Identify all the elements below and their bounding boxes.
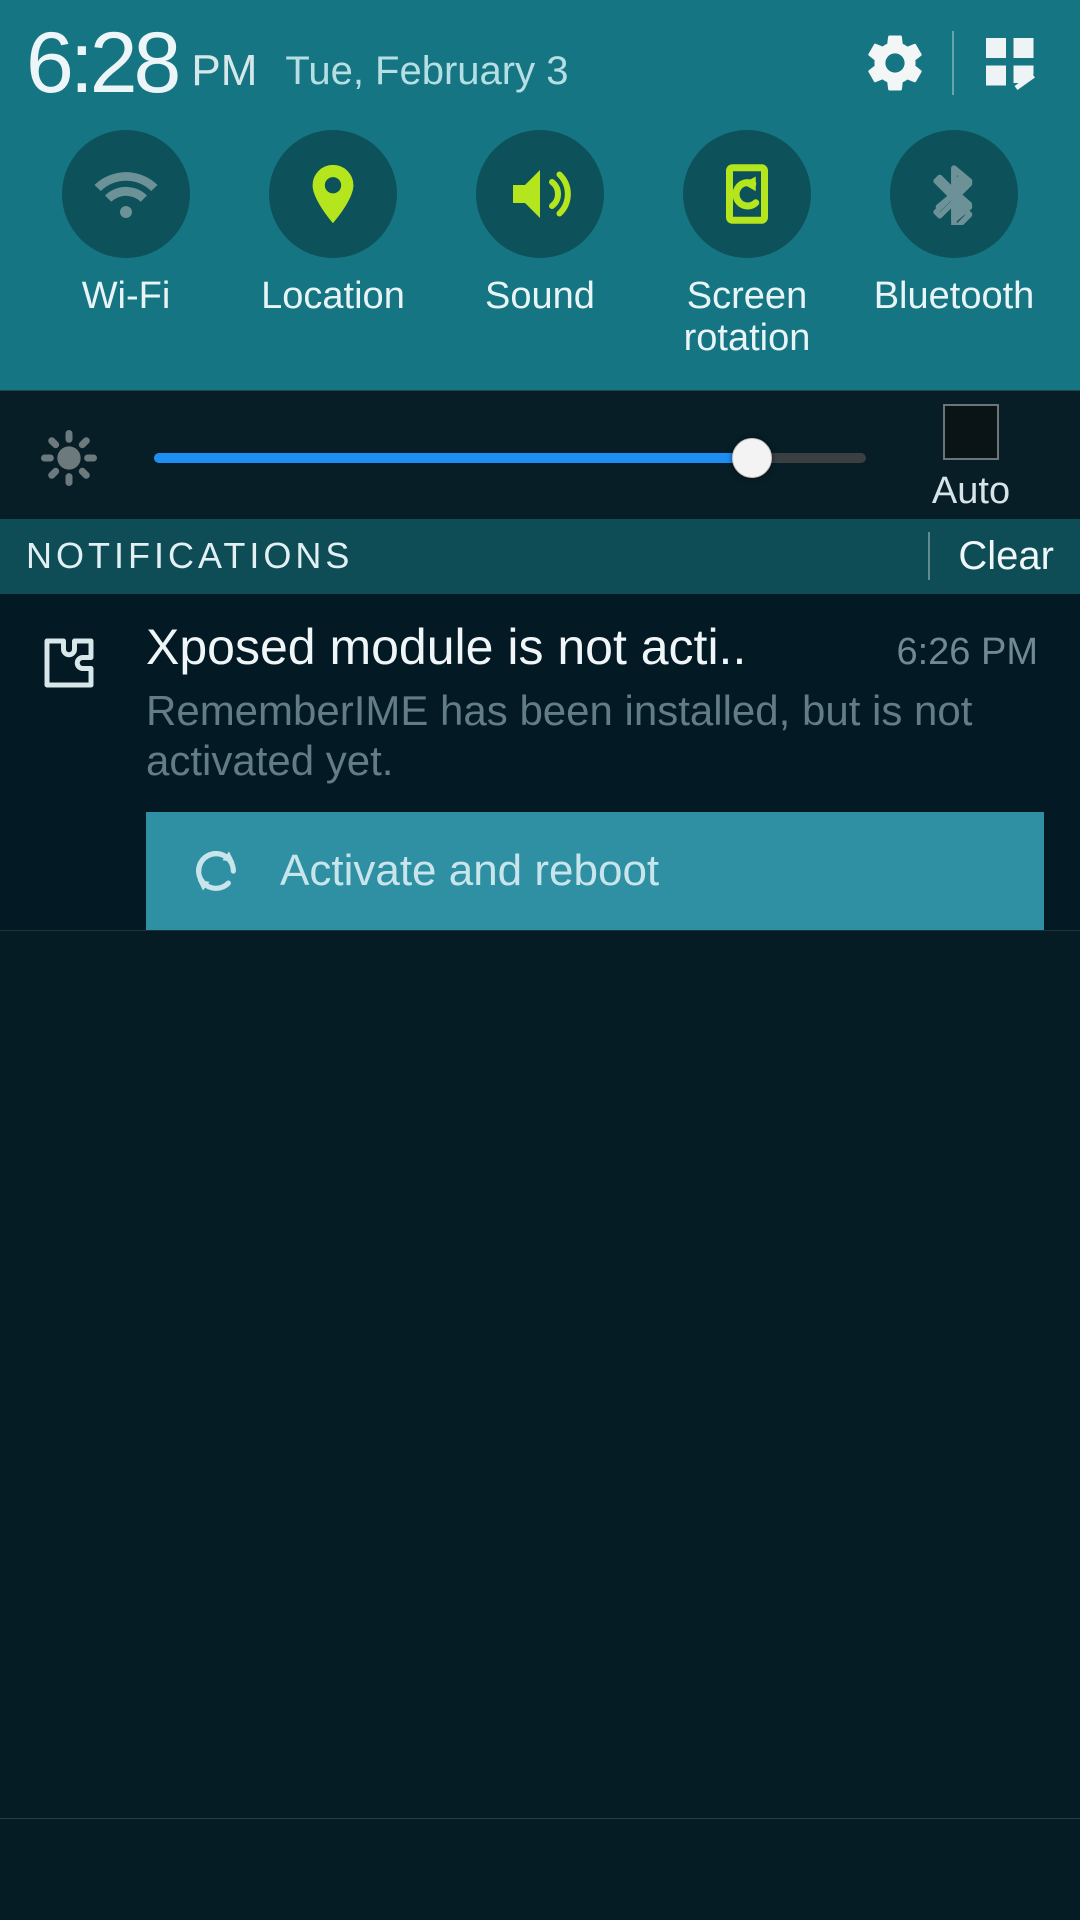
notification-title: Xposed module is not acti.. xyxy=(146,618,876,676)
clock-time: 6:28 xyxy=(26,14,177,113)
sound-icon xyxy=(504,158,576,230)
toggle-screen-rotation[interactable]: Screen rotation xyxy=(647,130,847,360)
toggle-bluetooth-label: Bluetooth xyxy=(874,276,1035,318)
grid-edit-icon xyxy=(981,33,1041,93)
auto-brightness-label: Auto xyxy=(932,470,1010,513)
status-row: 6:28 PM Tue, February 3 xyxy=(26,18,1054,108)
brightness-icon xyxy=(24,430,114,486)
quick-settings-panel: 6:28 PM Tue, February 3 xyxy=(0,0,1080,390)
auto-brightness-toggle[interactable]: Auto xyxy=(906,404,1036,513)
notification-card[interactable]: Xposed module is not acti.. 6:26 PM Reme… xyxy=(0,594,1080,932)
bluetooth-icon xyxy=(923,163,985,225)
brightness-slider[interactable] xyxy=(154,453,866,463)
toggle-sound-label: Sound xyxy=(485,276,595,318)
clear-notifications-button[interactable]: Clear xyxy=(958,534,1054,579)
toggle-location-label: Location xyxy=(261,276,405,318)
notifications-header: NOTIFICATIONS Clear xyxy=(0,518,1080,594)
divider xyxy=(928,532,930,580)
empty-area xyxy=(0,931,1080,1818)
toggle-rotation-label: Screen rotation xyxy=(684,276,811,360)
toggle-wifi[interactable]: Wi-Fi xyxy=(26,130,226,360)
toggle-bluetooth[interactable]: Bluetooth xyxy=(854,130,1054,360)
clock-date: Tue, February 3 xyxy=(285,49,568,94)
wifi-icon xyxy=(90,158,162,230)
location-pin-icon xyxy=(298,159,368,229)
notification-body: RememberIME has been installed, but is n… xyxy=(146,686,1038,787)
refresh-icon xyxy=(176,845,256,897)
clock-ampm: PM xyxy=(191,46,257,96)
notifications-label: NOTIFICATIONS xyxy=(26,535,353,577)
notification-action-label: Activate and reboot xyxy=(280,846,659,896)
bottom-bar xyxy=(0,1818,1080,1920)
screen-rotation-icon xyxy=(712,159,782,229)
settings-button[interactable] xyxy=(852,20,938,106)
puzzle-piece-icon xyxy=(36,618,146,787)
toggle-location[interactable]: Location xyxy=(233,130,433,360)
brightness-row: Auto xyxy=(0,390,1080,518)
notification-time: 6:26 PM xyxy=(896,631,1038,674)
gear-icon xyxy=(862,30,928,96)
toggle-sound[interactable]: Sound xyxy=(440,130,640,360)
quick-toggles-row: Wi-Fi Location xyxy=(26,130,1054,360)
divider xyxy=(952,31,954,95)
toggle-wifi-label: Wi-Fi xyxy=(82,276,171,318)
edit-toggles-button[interactable] xyxy=(968,20,1054,106)
checkbox-icon xyxy=(943,404,999,460)
notification-action-button[interactable]: Activate and reboot xyxy=(146,812,1044,930)
